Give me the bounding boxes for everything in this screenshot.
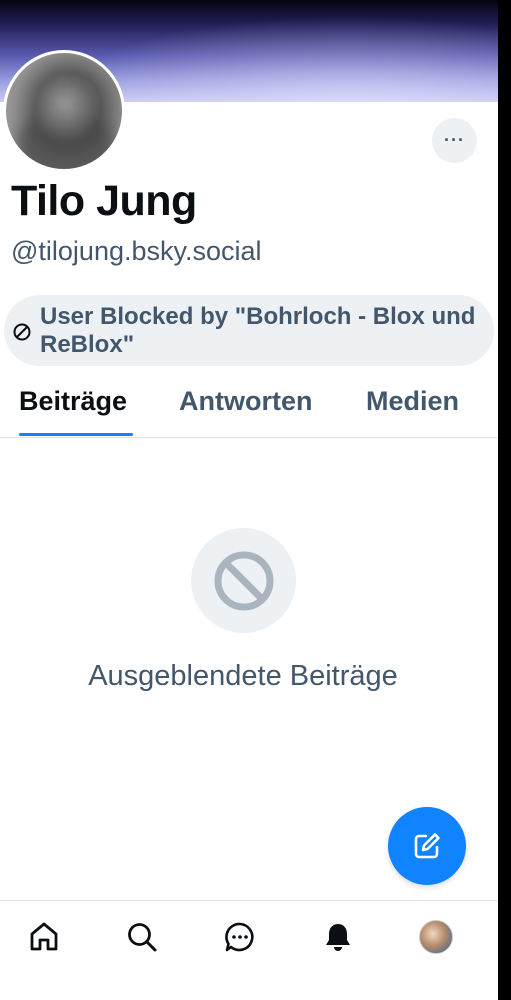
nav-chat[interactable]	[220, 917, 260, 957]
nav-home[interactable]	[24, 917, 64, 957]
display-name: Tilo Jung	[11, 177, 197, 225]
tab-antworten[interactable]: Antworten	[179, 386, 312, 417]
ban-icon	[13, 323, 31, 340]
profile-avatar[interactable]	[3, 50, 125, 172]
search-icon	[128, 923, 157, 952]
profile-handle: @tilojung.bsky.social	[11, 236, 262, 266]
profile-tabs: Beiträge Antworten Medien	[0, 372, 498, 438]
more-dots-icon: ···	[444, 130, 465, 150]
tab-medien[interactable]: Medien	[366, 386, 459, 417]
bell-icon	[326, 924, 350, 951]
nav-profile[interactable]	[416, 917, 456, 957]
avatar	[419, 920, 453, 954]
bottom-navigation	[0, 900, 498, 1000]
avatar-face	[34, 75, 96, 147]
blocked-notice[interactable]: User Blocked by "Bohrloch - Blox und ReB…	[4, 295, 494, 366]
empty-state-icon-circle	[191, 528, 296, 633]
profile-screen: ··· Tilo Jung @tilojung.bsky.social User…	[0, 0, 498, 1000]
chat-icon	[225, 922, 254, 952]
active-tab-indicator	[19, 433, 133, 436]
nav-notifications[interactable]	[318, 917, 358, 957]
home-icon	[30, 922, 58, 951]
ban-icon	[214, 551, 273, 610]
blocked-notice-text: User Blocked by "Bohrloch - Blox und ReB…	[40, 302, 476, 358]
screen-edge	[498, 0, 511, 1000]
more-options-button[interactable]: ···	[432, 118, 477, 163]
tab-beitraege[interactable]: Beiträge	[19, 386, 127, 417]
empty-state-text: Ausgeblendete Beiträge	[88, 660, 398, 692]
compose-button[interactable]	[388, 807, 466, 885]
compose-icon	[414, 833, 440, 859]
nav-search[interactable]	[122, 917, 162, 957]
